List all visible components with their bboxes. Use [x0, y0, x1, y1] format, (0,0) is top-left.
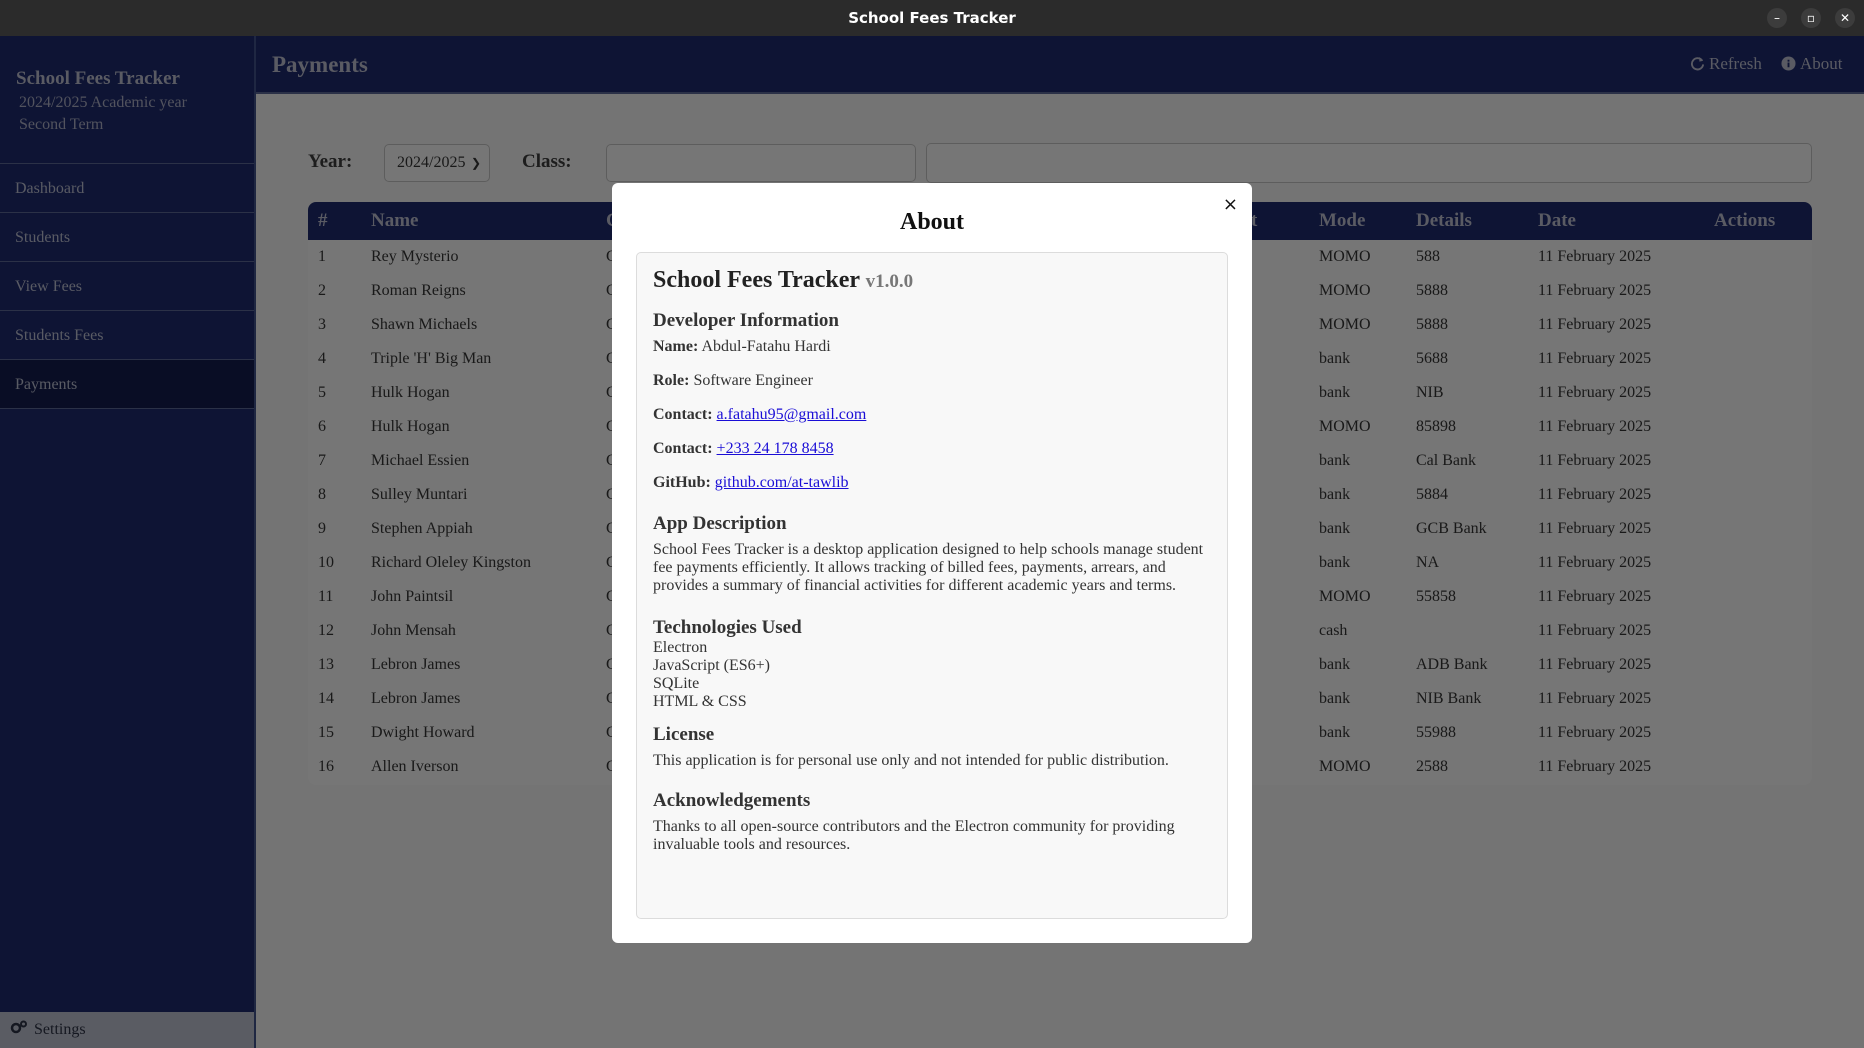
- contact-label: Contact:: [653, 406, 713, 423]
- tech-item: HTML & CSS: [653, 693, 747, 710]
- contact2-label: Contact:: [653, 440, 713, 457]
- tech-item: Electron: [653, 639, 708, 656]
- dev-email-row: Contact: a.fatahu95@gmail.com: [653, 404, 1211, 425]
- tech-item: SQLite: [653, 675, 700, 692]
- window-titlebar: School Fees Tracker – ▫ ✕: [0, 0, 1864, 36]
- acknowledgements-text: Thanks to all open-source contributors a…: [653, 818, 1175, 853]
- email-link[interactable]: a.fatahu95@gmail.com: [717, 406, 867, 423]
- close-icon[interactable]: ×: [1223, 195, 1238, 215]
- dev-name: Abdul-Fatahu Hardi: [701, 338, 831, 355]
- acknowledgements-heading: Acknowledgements: [653, 790, 811, 811]
- technologies-list: Electron JavaScript (ES6+) SQLite HTML &…: [653, 639, 1211, 711]
- github-link[interactable]: github.com/at-tawlib: [715, 474, 849, 491]
- technologies-heading: Technologies Used: [653, 617, 802, 638]
- about-card: School Fees Tracker v1.0.0 Developer Inf…: [636, 252, 1228, 919]
- modal-title: About: [899, 209, 965, 235]
- about-modal: About × School Fees Tracker v1.0.0 Devel…: [612, 183, 1252, 943]
- license-heading: License: [653, 724, 715, 745]
- app-heading: School Fees Tracker v1.0.0: [653, 267, 1211, 294]
- app-name: School Fees Tracker: [653, 267, 860, 293]
- minimize-icon[interactable]: –: [1767, 8, 1787, 28]
- role-label: Role:: [653, 372, 690, 389]
- dev-github-row: GitHub: github.com/at-tawlib: [653, 472, 1211, 493]
- maximize-icon[interactable]: ▫: [1801, 8, 1821, 28]
- developer-heading: Developer Information: [653, 310, 839, 331]
- app-version: v1.0.0: [865, 271, 914, 292]
- dev-role-row: Role: Software Engineer: [653, 370, 1211, 391]
- phone-link[interactable]: +233 24 178 8458: [717, 440, 834, 457]
- close-window-icon[interactable]: ✕: [1835, 8, 1855, 28]
- description-text: School Fees Tracker is a desktop applica…: [653, 541, 1204, 594]
- license-text: This application is for personal use onl…: [653, 752, 1169, 769]
- dev-role: Software Engineer: [693, 372, 813, 389]
- name-label: Name:: [653, 338, 699, 355]
- description-heading: App Description: [653, 513, 787, 534]
- github-label: GitHub:: [653, 474, 711, 491]
- dev-phone-row: Contact: +233 24 178 8458: [653, 438, 1211, 459]
- dev-name-row: Name: Abdul-Fatahu Hardi: [653, 336, 1211, 357]
- window-title: School Fees Tracker: [848, 9, 1016, 27]
- modal-backdrop[interactable]: About × School Fees Tracker v1.0.0 Devel…: [0, 36, 1864, 1048]
- tech-item: JavaScript (ES6+): [653, 657, 770, 674]
